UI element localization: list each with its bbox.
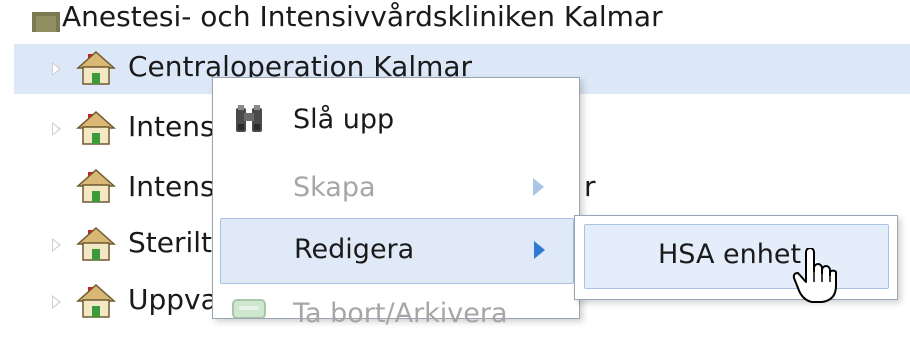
- archive-icon: [232, 299, 266, 318]
- menu-item-hsa-enhet[interactable]: HSA enhet: [584, 224, 889, 289]
- context-menu: Slå upp Skapa Redigera Ta bort/Arkivera: [212, 77, 580, 329]
- tree-row-label-trailing: r: [584, 170, 596, 203]
- submenu-arrow-icon: [533, 178, 544, 196]
- menu-item-label: Ta bort/Arkivera: [293, 298, 508, 329]
- menu-item-ta-bort[interactable]: Ta bort/Arkivera: [213, 288, 579, 352]
- expand-arrow-icon[interactable]: [52, 238, 61, 252]
- tree-row-label: Intens: [128, 170, 215, 203]
- submenu-redigera: HSA enhet: [574, 215, 898, 300]
- house-icon: [32, 12, 60, 32]
- hand-cursor-icon: [792, 248, 837, 303]
- menu-item-redigera[interactable]: Redigera: [220, 218, 574, 284]
- house-icon: [76, 50, 116, 85]
- house-icon: [76, 110, 116, 145]
- binoculars-icon: [236, 105, 262, 132]
- expand-arrow-icon[interactable]: [52, 295, 61, 309]
- house-icon: [76, 168, 116, 203]
- menu-item-label: HSA enhet: [658, 239, 802, 270]
- tree-row-label: Uppva: [128, 283, 218, 316]
- menu-item-label: Redigera: [294, 234, 415, 265]
- expand-arrow-icon[interactable]: [52, 62, 61, 76]
- tree-row-label: Intens: [128, 110, 215, 143]
- menu-item-label: Skapa: [293, 172, 376, 203]
- submenu-arrow-icon: [534, 241, 545, 259]
- house-icon: [76, 226, 116, 261]
- menu-item-sla-upp[interactable]: Slå upp: [213, 86, 579, 150]
- expand-arrow-icon[interactable]: [52, 122, 61, 136]
- house-icon: [76, 283, 116, 318]
- tree-row-parent[interactable]: Anestesi- och Intensivvårdskliniken Kalm…: [0, 0, 910, 33]
- menu-item-skapa[interactable]: Skapa: [213, 154, 579, 218]
- tree-row-label: Anestesi- och Intensivvårdskliniken Kalm…: [62, 0, 663, 33]
- menu-item-label: Slå upp: [293, 104, 395, 135]
